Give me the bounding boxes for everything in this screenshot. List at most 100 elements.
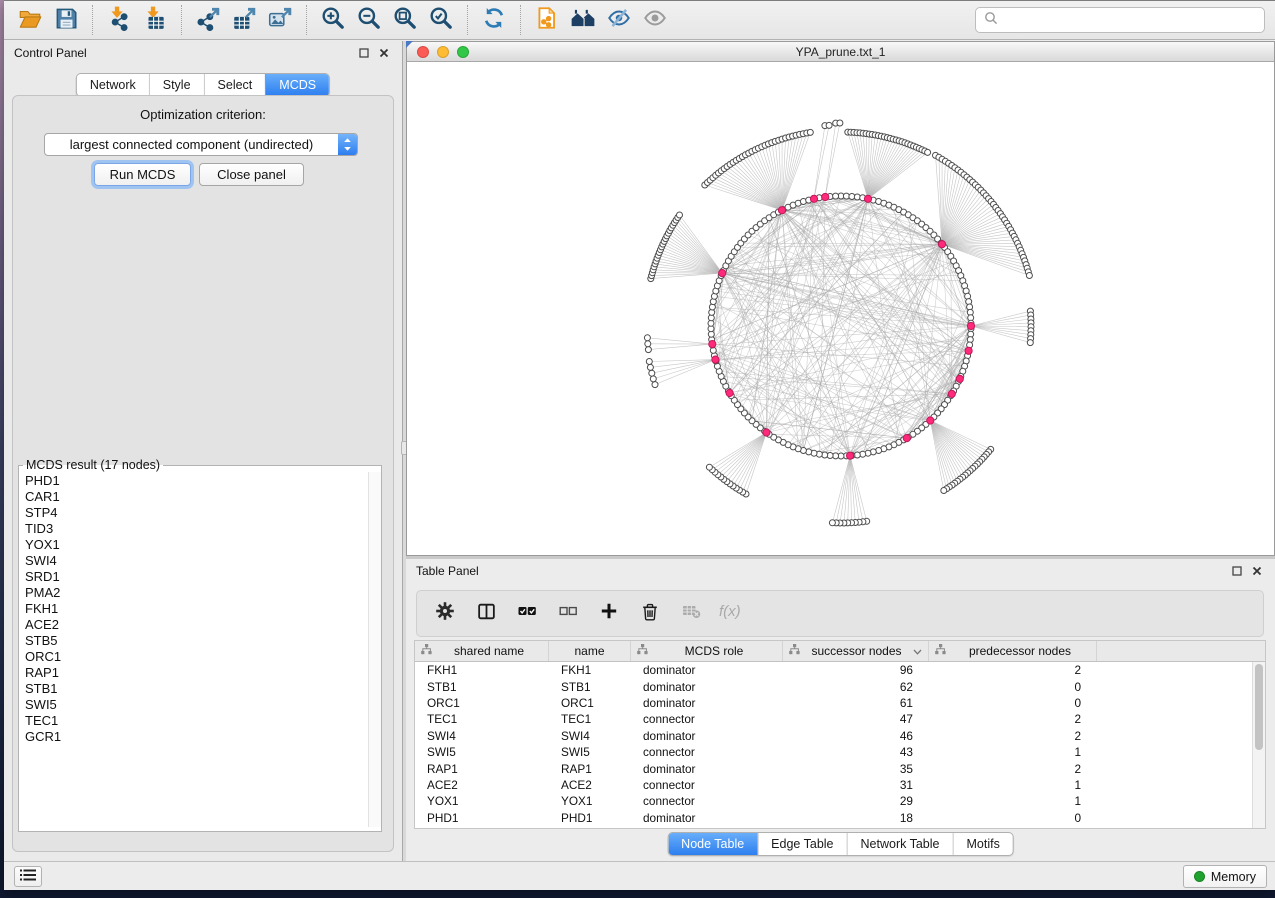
table-row[interactable]: SWI4SWI4dominator462 [415, 728, 1265, 744]
graph-hub-node[interactable] [938, 241, 945, 248]
column-settings-button[interactable] [433, 602, 457, 626]
table-tab-edge-table[interactable]: Edge Table [757, 833, 846, 855]
open-session-button[interactable] [12, 4, 48, 36]
graph-hub-node[interactable] [810, 195, 817, 202]
column-header-shared-name[interactable]: shared name [415, 641, 549, 661]
graph-node[interactable] [677, 212, 683, 218]
export-table-button[interactable] [226, 4, 262, 36]
graph-hub-node[interactable] [847, 452, 854, 459]
graph-hub-node[interactable] [903, 435, 910, 442]
tab-select[interactable]: Select [204, 74, 266, 96]
float-table-panel-icon[interactable] [1229, 563, 1245, 579]
table-row[interactable]: YOX1YOX1connector291 [415, 793, 1265, 809]
graph-node[interactable] [829, 520, 835, 526]
graph-hub-node[interactable] [726, 389, 733, 396]
graph-node[interactable] [941, 488, 947, 494]
table-row[interactable]: SWI5SWI5connector431 [415, 744, 1265, 760]
graph-node[interactable] [646, 359, 652, 365]
import-network-button[interactable] [101, 4, 137, 36]
save-session-button[interactable] [48, 4, 84, 36]
graph-node[interactable] [925, 149, 931, 155]
column-header-successor-nodes[interactable]: successor nodes [783, 641, 929, 661]
share-document-button[interactable] [529, 4, 565, 36]
float-window-icon[interactable] [356, 45, 372, 61]
table-tab-network-table[interactable]: Network Table [847, 833, 953, 855]
zoom-fit-button[interactable] [387, 4, 423, 36]
select-all-rows-button[interactable] [515, 602, 539, 626]
table-scrollbar[interactable] [1252, 662, 1265, 828]
minimize-window-icon[interactable] [437, 46, 449, 58]
graph-node[interactable] [650, 376, 656, 382]
graph-hub-node[interactable] [763, 429, 770, 436]
graph-node[interactable] [647, 364, 653, 370]
graph-hub-node[interactable] [822, 193, 829, 200]
column-header-name[interactable]: name [549, 641, 631, 661]
split-panel-button[interactable] [474, 602, 498, 626]
tab-style[interactable]: Style [149, 74, 204, 96]
graph-node[interactable] [652, 382, 658, 388]
graph-node[interactable] [1027, 340, 1033, 346]
graph-node[interactable] [826, 122, 832, 128]
close-panel-button[interactable]: Close panel [199, 163, 304, 186]
graph-hub-node[interactable] [709, 341, 716, 348]
close-table-panel-icon[interactable] [1249, 563, 1265, 579]
search-input[interactable] [1004, 12, 1256, 28]
table-tab-motifs[interactable]: Motifs [952, 833, 1012, 855]
table-scrollbar-thumb[interactable] [1255, 664, 1263, 750]
zoom-out-button[interactable] [351, 4, 387, 36]
optimization-criterion-select[interactable]: largest connected component (undirected) [44, 133, 358, 156]
graph-node[interactable] [645, 347, 651, 353]
table-row[interactable]: ORC1ORC1dominator610 [415, 695, 1265, 711]
run-mcds-button[interactable]: Run MCDS [94, 163, 191, 186]
graph-hub-node[interactable] [864, 195, 871, 202]
network-canvas[interactable] [407, 62, 1274, 555]
graph-node[interactable] [1026, 273, 1032, 279]
network-overview-button[interactable] [565, 4, 601, 36]
zoom-in-button[interactable] [315, 4, 351, 36]
memory-button[interactable]: Memory [1183, 865, 1267, 888]
graph-node[interactable] [649, 370, 655, 376]
graph-node[interactable] [644, 335, 650, 341]
graph-hub-node[interactable] [965, 347, 972, 354]
export-image-button[interactable] [262, 4, 298, 36]
tab-network[interactable]: Network [77, 74, 149, 96]
network-window-titlebar[interactable]: YPA_prune.txt_1 [407, 42, 1274, 62]
mcds-result-list[interactable]: PHD1CAR1STP4TID3YOX1SWI4SRD1PMA2FKH1ACE2… [19, 472, 368, 827]
graph-hub-node[interactable] [778, 207, 785, 214]
refresh-network-button[interactable] [476, 4, 512, 36]
graph-node[interactable] [837, 120, 843, 126]
search-box[interactable] [975, 7, 1265, 33]
zoom-selected-button[interactable] [423, 4, 459, 36]
add-column-button[interactable] [597, 602, 621, 626]
close-panel-icon[interactable] [376, 45, 392, 61]
table-row[interactable]: STB1STB1dominator620 [415, 678, 1265, 694]
table-row[interactable]: FKH1FKH1dominator962 [415, 662, 1265, 678]
graph-hub-node[interactable] [948, 390, 955, 397]
column-header-predecessor-nodes[interactable]: predecessor nodes [929, 641, 1097, 661]
delete-columns-button[interactable] [638, 602, 662, 626]
import-table-button[interactable] [137, 4, 173, 36]
graph-node[interactable] [706, 464, 712, 470]
graph-hub-node[interactable] [967, 322, 974, 329]
table-row[interactable]: RAP1RAP1dominator352 [415, 760, 1265, 776]
graph-hub-node[interactable] [712, 356, 719, 363]
deselect-all-rows-button[interactable] [556, 602, 580, 626]
graph-node[interactable] [807, 129, 813, 135]
maximize-window-icon[interactable] [457, 46, 469, 58]
graph-hub-node[interactable] [719, 270, 726, 277]
table-row[interactable]: TEC1TEC1connector472 [415, 711, 1265, 727]
graph-hub-node[interactable] [927, 417, 934, 424]
network-graph[interactable] [407, 62, 1274, 555]
table-row[interactable]: ACE2ACE2connector311 [415, 777, 1265, 793]
table-row[interactable]: PHD1PHD1dominator180 [415, 810, 1265, 826]
column-header-MCDS-role[interactable]: MCDS role [631, 641, 783, 661]
graph-node[interactable] [645, 341, 651, 347]
tab-mcds[interactable]: MCDS [265, 74, 329, 96]
hide-selected-button[interactable] [601, 4, 637, 36]
table-tab-node-table[interactable]: Node Table [668, 833, 757, 855]
close-window-icon[interactable] [417, 46, 429, 58]
graph-hub-node[interactable] [956, 375, 963, 382]
export-network-button[interactable] [190, 4, 226, 36]
mcds-result-scrollbar[interactable] [368, 472, 381, 827]
status-menu-button[interactable] [14, 866, 42, 887]
